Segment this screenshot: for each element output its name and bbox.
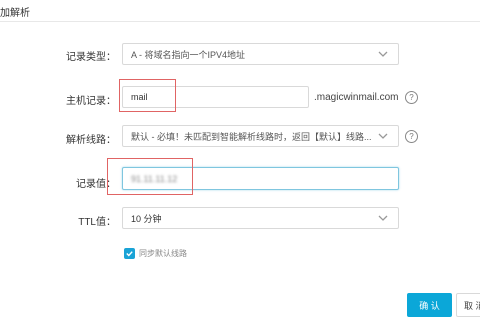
chevron-down-icon	[378, 51, 388, 57]
resolution-line-value: 默认 - 必填！未匹配到智能解析线路时，返回【默认】线路...	[131, 131, 372, 142]
resolution-line-label: 解析线路：	[66, 135, 116, 146]
ttl-label: TTL值：	[78, 217, 116, 228]
record-value-input[interactable]: 91.11.11.12	[122, 167, 399, 190]
chevron-down-icon	[378, 133, 388, 139]
ttl-value: 10 分钟	[131, 213, 162, 224]
host-record-input[interactable]: mail	[122, 86, 309, 108]
record-value-label: 记录值：	[76, 179, 116, 190]
title-divider	[0, 21, 480, 22]
chevron-down-icon	[378, 215, 388, 221]
record-value-text: 91.11.11.12	[131, 173, 178, 184]
sync-default-label[interactable]: 同步默认线路	[139, 248, 187, 259]
host-record-value: mail	[131, 92, 148, 102]
resolution-line-select[interactable]: 默认 - 必填！未匹配到智能解析线路时，返回【默认】线路...	[122, 125, 399, 147]
cancel-button[interactable]: 取 消	[456, 293, 480, 317]
domain-suffix: .magicwinmail.com	[314, 92, 399, 103]
help-icon[interactable]: ?	[405, 130, 418, 143]
record-type-select[interactable]: A - 将域名指向一个IPV4地址	[122, 43, 399, 65]
dialog-title: 加解析	[0, 8, 30, 19]
confirm-button[interactable]: 确 认	[407, 293, 452, 317]
ttl-select[interactable]: 10 分钟	[122, 207, 399, 229]
check-icon	[126, 251, 133, 257]
record-type-label: 记录类型：	[66, 52, 116, 63]
host-record-label: 主机记录：	[66, 96, 116, 107]
sync-default-checkbox[interactable]	[124, 248, 135, 259]
help-icon[interactable]: ?	[405, 91, 418, 104]
record-type-value: A - 将域名指向一个IPV4地址	[131, 49, 246, 60]
